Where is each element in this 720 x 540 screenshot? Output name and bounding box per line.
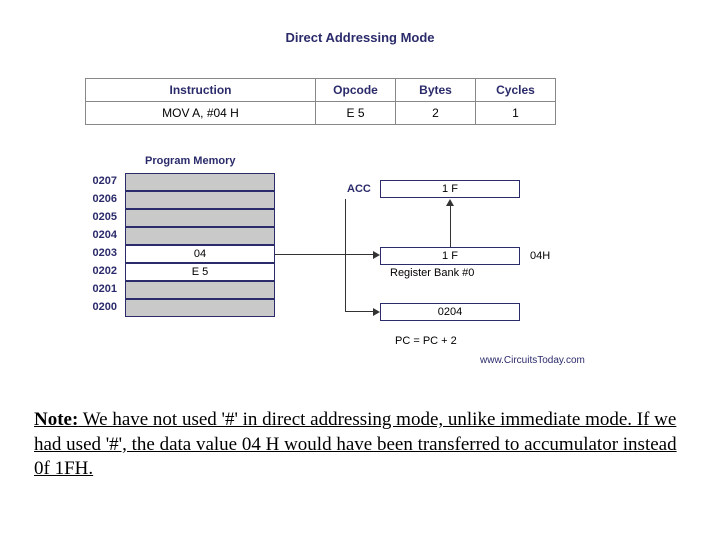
th-cycles: Cycles (476, 79, 556, 102)
register-bank-label: Register Bank #0 (390, 267, 474, 279)
pc-box: 0204 (380, 303, 520, 321)
register-right-label: 04H (530, 250, 550, 262)
th-opcode: Opcode (316, 79, 396, 102)
pc-text: PC = PC + 2 (395, 335, 457, 347)
mem-0203: 04 (125, 245, 275, 263)
diagram-title: Direct Addressing Mode (0, 30, 720, 45)
td-opcode: E 5 (316, 102, 396, 125)
credit-text: www.CircuitsToday.com (480, 355, 585, 366)
th-instruction: Instruction (86, 79, 316, 102)
addr-0204: 0204 (85, 229, 117, 241)
mem-0202: E 5 (125, 263, 275, 281)
addr-0206: 0206 (85, 193, 117, 205)
arrow-to-acc-icon (446, 199, 454, 206)
acc-label: ACC (347, 183, 371, 195)
addr-0205: 0205 (85, 211, 117, 223)
line-acc-vert (345, 199, 346, 254)
mem-0200 (125, 299, 275, 317)
acc-box: 1 F (380, 180, 520, 198)
line-to-pc (345, 311, 373, 312)
program-memory-label: Program Memory (145, 155, 235, 167)
line-reg-to-acc (450, 205, 451, 247)
td-cycles: 1 (476, 102, 556, 125)
addr-0203: 0203 (85, 247, 117, 259)
line-bus-vert (345, 254, 346, 312)
arrow-to-pc-icon (373, 308, 380, 316)
mem-0204 (125, 227, 275, 245)
th-bytes: Bytes (396, 79, 476, 102)
mem-0201 (125, 281, 275, 299)
note-text: Note: We have not used '#' in direct add… (34, 408, 689, 482)
note-body: We have not used '#' in direct addressin… (34, 409, 677, 479)
td-instruction: MOV A, #04 H (86, 102, 316, 125)
addr-0200: 0200 (85, 301, 117, 313)
diagram-area: Program Memory 0207 0206 0205 0204 0203 … (85, 155, 615, 375)
addr-0202: 0202 (85, 265, 117, 277)
line-to-reg (345, 254, 373, 255)
instruction-table: Instruction Opcode Bytes Cycles MOV A, #… (85, 78, 556, 125)
line-mem-to-bus (275, 254, 345, 255)
td-bytes: 2 (396, 102, 476, 125)
arrow-to-reg-icon (373, 251, 380, 259)
note-prefix: Note: (34, 409, 78, 430)
addr-0201: 0201 (85, 283, 117, 295)
addr-0207: 0207 (85, 175, 117, 187)
mem-0207 (125, 173, 275, 191)
register-box: 1 F (380, 247, 520, 265)
mem-0205 (125, 209, 275, 227)
mem-0206 (125, 191, 275, 209)
